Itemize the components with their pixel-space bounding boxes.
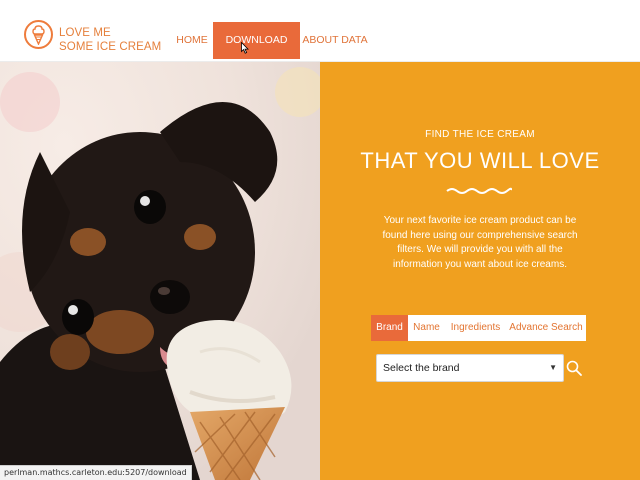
search-icon[interactable] xyxy=(566,360,582,376)
nav-about-data[interactable]: ABOUT DATA xyxy=(302,22,368,59)
hero-headline: THAT YOU WILL LOVE xyxy=(360,148,600,173)
brand-select[interactable]: Select the brand ▼ xyxy=(376,354,564,382)
status-bar-url: perlman.mathcs.carleton.edu:5207/downloa… xyxy=(0,465,192,480)
mouse-cursor-icon xyxy=(241,42,249,54)
nav-home[interactable]: HOME xyxy=(170,22,214,59)
site-brand[interactable]: LOVE ME SOME ICE CREAM xyxy=(24,20,161,54)
brand-line-1: LOVE ME xyxy=(59,27,111,39)
hero-photo-puppy-ice-cream: perlman.mathcs.carleton.edu:5207/downloa… xyxy=(0,62,320,480)
chevron-down-icon: ▼ xyxy=(549,363,557,372)
tab-advance-search[interactable]: Advance Search xyxy=(506,315,586,341)
brand-line-2: SOME ICE CREAM xyxy=(59,41,162,53)
hero-panel: FIND THE ICE CREAM THAT YOU WILL LOVE Yo… xyxy=(320,62,640,480)
ice-cream-icon xyxy=(24,20,53,49)
hero-description: Your next favorite ice cream product can… xyxy=(382,215,578,270)
brand-select-value: Select the brand xyxy=(383,362,460,374)
brand-name: LOVE ME SOME ICE CREAM xyxy=(59,26,161,54)
wave-divider xyxy=(446,187,512,194)
tab-brand[interactable]: Brand xyxy=(371,315,408,341)
hero-kicker: FIND THE ICE CREAM xyxy=(425,129,535,140)
search-tabs: Brand Name Ingredients Advance Search xyxy=(371,315,586,341)
tab-ingredients[interactable]: Ingredients xyxy=(445,315,506,341)
nav-download-data[interactable]: DOWNLOAD DATA xyxy=(213,22,300,83)
tab-name[interactable]: Name xyxy=(408,315,445,341)
navbar: LOVE ME SOME ICE CREAM HOME DOWNLOAD DAT… xyxy=(0,0,640,83)
